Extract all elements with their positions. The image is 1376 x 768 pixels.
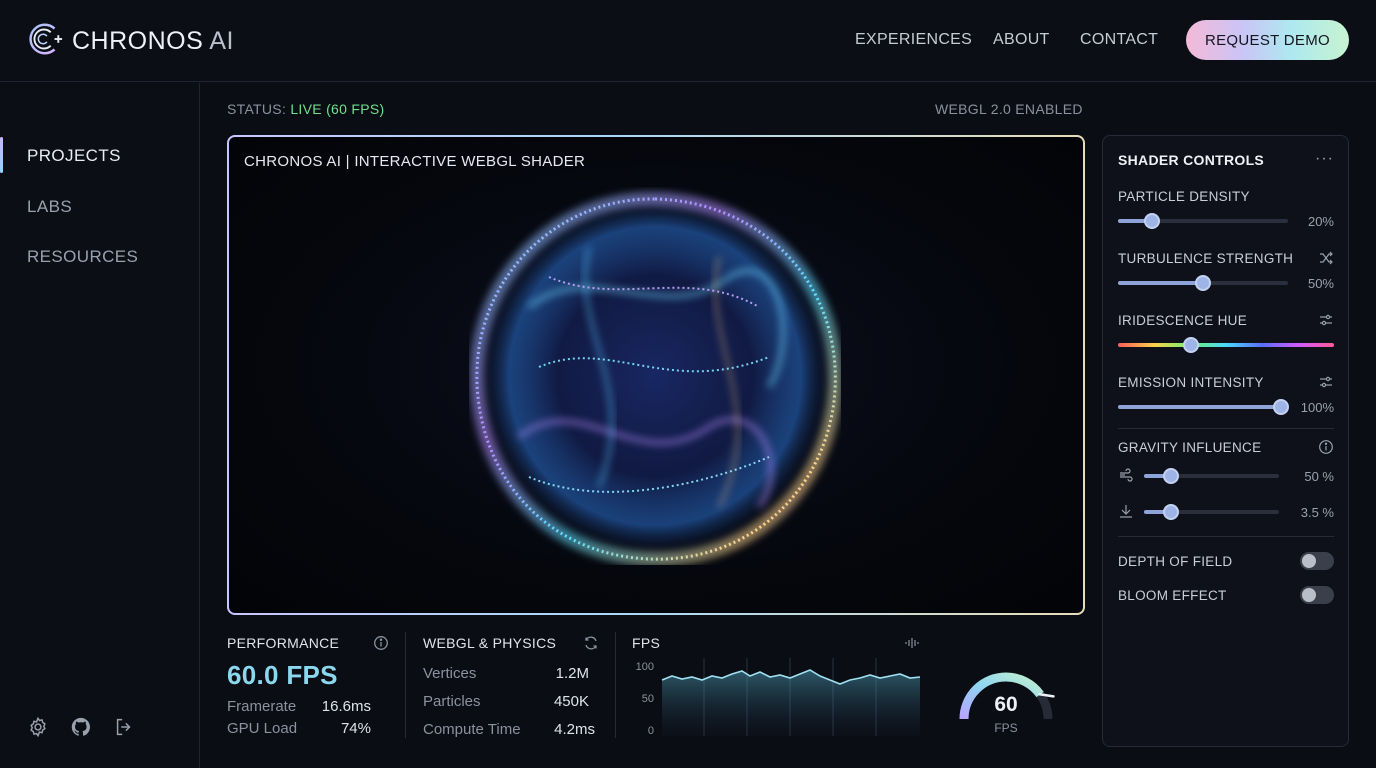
brand-logo[interactable]: CHRONOS AI — [26, 20, 234, 63]
info-icon[interactable] — [373, 635, 389, 651]
gauge-value: 60 — [994, 693, 1018, 716]
shader-controls-panel: SHADER CONTROLS ··· PARTICLE DENSITY 20%… — [1102, 135, 1349, 747]
compute-time-label: Compute Time — [423, 721, 521, 738]
brand-name: CHRONOS AI — [72, 27, 234, 55]
gravity-wind-value: 50 % — [1304, 469, 1334, 484]
controls-divider — [1118, 428, 1334, 429]
iridescence-thumb[interactable] — [1183, 337, 1200, 353]
turbulence-value: 50% — [1307, 276, 1334, 291]
particle-density-slider[interactable] — [1118, 213, 1288, 229]
depth-of-field-toggle[interactable] — [1300, 552, 1334, 570]
chronos-logo-icon — [26, 20, 64, 63]
sliders-icon[interactable] — [1318, 312, 1334, 328]
info-icon[interactable] — [1318, 439, 1334, 455]
nav-about[interactable]: ABOUT — [993, 31, 1050, 49]
fps-y-tick: 0 — [648, 725, 654, 737]
particles-label: Particles — [423, 693, 481, 710]
github-icon[interactable] — [70, 716, 92, 738]
particle-density-value: 20% — [1307, 214, 1334, 229]
vertices-label: Vertices — [423, 665, 477, 682]
particle-density-label: PARTICLE DENSITY — [1118, 189, 1250, 204]
gravity-down-slider[interactable] — [1144, 504, 1279, 520]
gravity-down-value: 3.5 % — [1300, 505, 1334, 520]
fps-y-tick: 100 — [636, 661, 654, 673]
fps-line-chart: 100 50 0 — [636, 658, 921, 737]
top-header: CHRONOS AI EXPERIENCES ABOUT CONTACT REQ… — [0, 0, 1376, 82]
emission-slider[interactable] — [1118, 399, 1289, 415]
framerate-value: 16.6ms — [321, 698, 371, 715]
webgl-badge: WEBGL 2.0 ENABLED — [935, 101, 1083, 117]
emission-thumb[interactable] — [1273, 399, 1289, 415]
turbulence-label: TURBULENCE STRENGTH — [1118, 251, 1294, 266]
status-label: STATUS: — [227, 101, 287, 117]
shader-controls-title: SHADER CONTROLS — [1118, 152, 1265, 168]
status-live-value: LIVE (60 FPS) — [290, 101, 385, 117]
gpu-load-label: GPU Load — [227, 720, 298, 737]
gravity-wind-thumb[interactable] — [1163, 468, 1179, 484]
sidebar-item-labs[interactable]: LABS — [27, 197, 72, 217]
gauge-unit: FPS — [994, 721, 1018, 735]
sidebar-active-indicator — [0, 137, 3, 173]
iridescence-label: IRIDESCENCE HUE — [1118, 313, 1248, 328]
gravity-down-thumb[interactable] — [1163, 504, 1179, 520]
fps-readout: 60.0 FPS — [227, 660, 338, 690]
status-indicator: STATUS: LIVE (60 FPS) — [227, 101, 385, 117]
wind-icon — [1118, 467, 1134, 483]
request-demo-button[interactable]: REQUEST DEMO — [1186, 20, 1349, 60]
gravity-wind-slider[interactable] — [1144, 468, 1279, 484]
sidebar: PROJECTS LABS RESOURCES — [0, 83, 200, 768]
panel-divider — [615, 632, 616, 738]
gear-icon[interactable] — [27, 716, 49, 738]
logout-icon[interactable] — [113, 716, 135, 738]
gpu-load-value: 74% — [340, 720, 371, 737]
gravity-label: GRAVITY INFLUENCE — [1118, 440, 1262, 455]
panel-divider — [405, 632, 406, 738]
shuffle-icon[interactable] — [1318, 250, 1334, 266]
particles-value: 450K — [553, 693, 589, 710]
bloom-effect-toggle[interactable] — [1300, 586, 1334, 604]
shader-viewport[interactable]: CHRONOS AI | INTERACTIVE WEBGL SHADER — [227, 135, 1085, 615]
framerate-label: Framerate — [227, 698, 297, 715]
turbulence-fill — [1118, 281, 1203, 285]
emission-fill — [1118, 405, 1281, 409]
sidebar-item-resources[interactable]: RESOURCES — [27, 247, 138, 267]
nav-experiences[interactable]: EXPERIENCES — [855, 31, 972, 49]
turbulence-thumb[interactable] — [1195, 275, 1211, 291]
turbulence-slider[interactable] — [1118, 275, 1288, 291]
vertices-value: 1.2M — [555, 665, 589, 682]
refresh-icon[interactable] — [583, 635, 599, 651]
physics-label: WEBGL & PHYSICS — [423, 635, 557, 651]
emission-value: 100% — [1300, 400, 1334, 415]
particle-orb-render — [469, 191, 841, 565]
emission-label: EMISSION INTENSITY — [1118, 375, 1264, 390]
iridescence-slider[interactable] — [1118, 337, 1334, 353]
waveform-icon[interactable] — [904, 635, 920, 651]
viewport-title: CHRONOS AI | INTERACTIVE WEBGL SHADER — [244, 153, 586, 170]
fps-y-tick: 50 — [642, 693, 654, 705]
performance-label: PERFORMANCE — [227, 635, 340, 651]
download-arrow-icon — [1118, 503, 1134, 519]
fps-chart-label: FPS — [632, 635, 661, 651]
sidebar-footer-icons — [27, 716, 135, 738]
sliders-icon[interactable] — [1318, 374, 1334, 390]
nav-contact[interactable]: CONTACT — [1080, 31, 1158, 49]
sidebar-item-projects[interactable]: PROJECTS — [27, 146, 121, 166]
bloom-effect-label: BLOOM EFFECT — [1118, 588, 1227, 603]
more-options-icon[interactable]: ··· — [1315, 150, 1334, 168]
particle-density-thumb[interactable] — [1144, 213, 1160, 229]
compute-time-value: 4.2ms — [554, 721, 595, 738]
depth-of-field-label: DEPTH OF FIELD — [1118, 554, 1233, 569]
controls-divider — [1118, 536, 1334, 537]
shader-canvas[interactable]: CHRONOS AI | INTERACTIVE WEBGL SHADER — [229, 137, 1083, 613]
